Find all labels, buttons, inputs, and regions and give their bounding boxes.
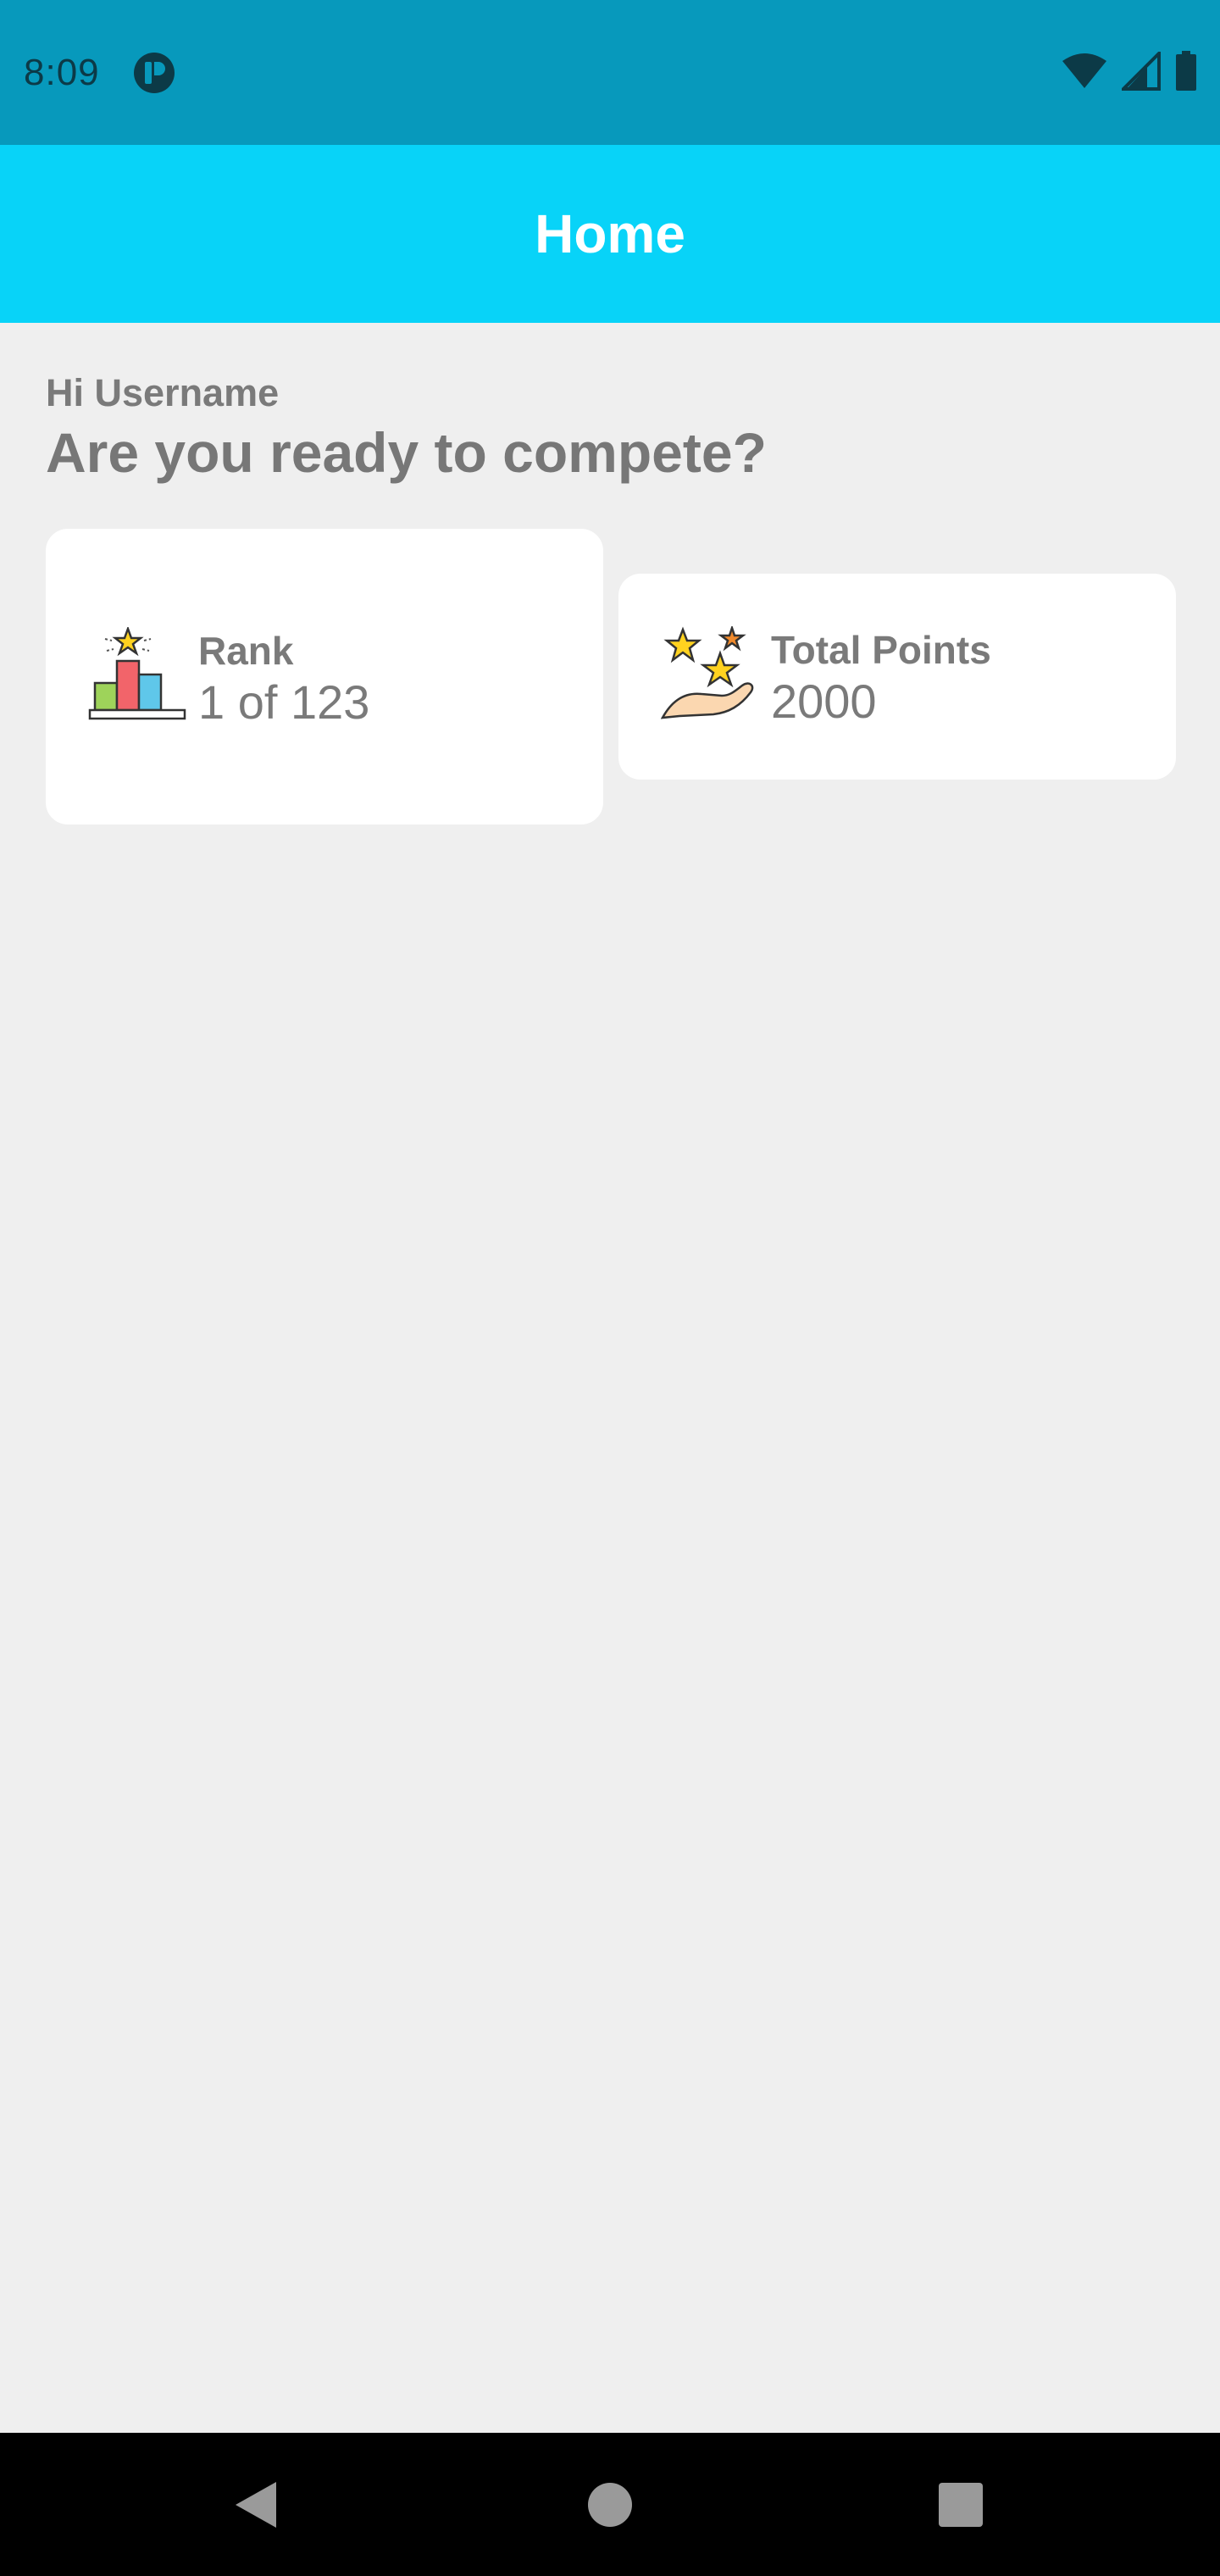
- app-bar: Home: [0, 145, 1220, 323]
- status-bar: 8:09: [0, 0, 1220, 145]
- signal-icon: [1122, 52, 1161, 91]
- system-nav-bar: [0, 2433, 1220, 2576]
- wifi-icon: [1062, 53, 1106, 88]
- points-value: 2000: [771, 675, 877, 728]
- battery-icon: [1176, 51, 1196, 91]
- page-title: Home: [535, 203, 685, 264]
- status-icons: [1061, 51, 1198, 92]
- status-time: 8:09: [24, 51, 100, 93]
- podium-trophy-icon: [88, 627, 186, 720]
- greeting-text: Hi Username: [46, 371, 280, 414]
- points-label: Total Points: [771, 628, 991, 672]
- points-text: Total Points 2000: [771, 626, 991, 730]
- rank-card[interactable]: Rank 1 of 123: [46, 529, 603, 824]
- recents-icon[interactable]: [938, 2482, 984, 2528]
- home-screen: 8:09 Home Hi Username Are you ready to c…: [0, 0, 1220, 2576]
- home-icon[interactable]: [587, 2482, 633, 2528]
- back-icon[interactable]: [234, 2480, 278, 2529]
- rank-value: 1 of 123: [198, 675, 370, 729]
- hand-stars-icon: [661, 626, 754, 719]
- total-points-card[interactable]: Total Points 2000: [618, 574, 1176, 780]
- rank-text: Rank 1 of 123: [198, 627, 369, 730]
- rank-label: Rank: [198, 629, 294, 673]
- app-notification-icon: [133, 52, 175, 93]
- headline-text: Are you ready to compete?: [46, 421, 767, 484]
